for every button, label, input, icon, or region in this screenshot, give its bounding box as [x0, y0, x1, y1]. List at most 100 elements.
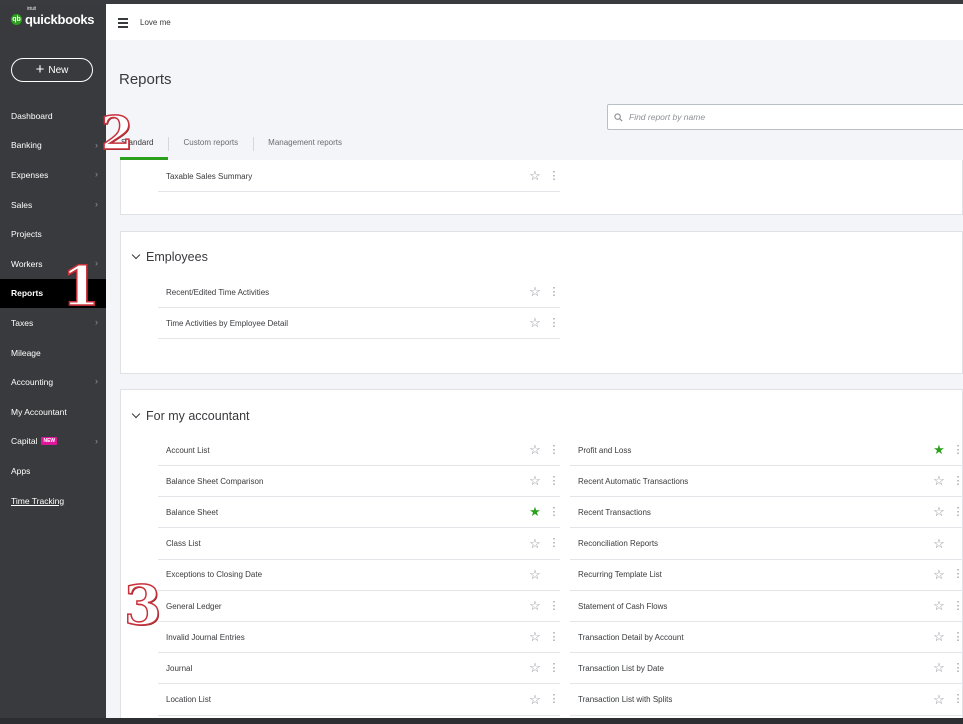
sidebar-item-accounting[interactable]: Accounting › [0, 367, 106, 397]
report-link[interactable]: Recent Automatic Transactions [570, 477, 932, 486]
report-link[interactable]: Exceptions to Closing Date [158, 570, 528, 579]
more-options-icon[interactable]: ⋮ [952, 694, 963, 705]
report-link[interactable]: Transaction List with Splits [570, 695, 932, 704]
star-filled-icon[interactable]: ★ [932, 442, 946, 458]
more-options-icon[interactable]: ⋮ [548, 475, 560, 487]
more-options-icon[interactable]: ⋮ [952, 444, 963, 456]
report-link[interactable]: General Ledger [158, 602, 528, 611]
report-link[interactable]: Invalid Journal Entries [158, 633, 528, 642]
report-link[interactable]: Balance Sheet [158, 508, 528, 517]
report-link[interactable]: Profit and Loss [570, 446, 932, 455]
more-options-icon[interactable]: ⋮ [952, 569, 963, 580]
sidebar-item-time-tracking[interactable]: Time Tracking [0, 486, 106, 516]
report-link[interactable]: Class List [158, 539, 528, 548]
report-row-transaction-detail-by-account: Transaction Detail by Account ☆ ⋮ [570, 622, 963, 654]
report-link[interactable]: Transaction List by Date [570, 664, 932, 673]
report-row-statement-of-cash-flows: Statement of Cash Flows ☆ ⋮ [570, 591, 963, 622]
search-icon [614, 112, 623, 122]
sidebar-item-apps[interactable]: Apps [0, 456, 106, 486]
sidebar-item-label: Reports [11, 288, 44, 299]
report-row-transaction-list-with-splits: Transaction List with Splits ☆ ⋮ [570, 685, 963, 716]
sidebar-item-mileage[interactable]: Mileage [0, 338, 106, 368]
report-link[interactable]: Statement of Cash Flows [570, 602, 932, 611]
star-outline-icon[interactable]: ☆ [932, 629, 946, 645]
star-outline-icon[interactable]: ☆ [932, 473, 946, 489]
more-options-icon[interactable]: ⋮ [952, 631, 963, 643]
report-link[interactable]: Account List [158, 446, 528, 455]
star-outline-icon[interactable]: ☆ [528, 660, 542, 676]
tab-custom-reports[interactable]: Custom reports [168, 124, 253, 160]
more-options-icon[interactable]: ⋮ [548, 538, 560, 549]
more-options-icon[interactable]: ⋮ [548, 317, 560, 329]
star-outline-icon[interactable]: ☆ [528, 473, 542, 489]
report-link[interactable]: Time Activities by Employee Detail [158, 319, 528, 328]
sidebar-item-sales[interactable]: Sales › [0, 190, 106, 220]
sidebar-item-expenses[interactable]: Expenses › [0, 160, 106, 190]
star-outline-icon[interactable]: ☆ [528, 629, 542, 645]
sidebar-item-projects[interactable]: Projects [0, 219, 106, 249]
new-button[interactable]: + New [11, 58, 93, 82]
more-options-icon[interactable]: ⋮ [952, 475, 963, 487]
more-options-icon[interactable]: ⋮ [952, 600, 963, 612]
sidebar-item-my-accountant[interactable]: My Accountant [0, 397, 106, 427]
more-options-icon[interactable]: ⋮ [548, 694, 560, 705]
sidebar-item-label: Taxes [11, 317, 34, 328]
sidebar-item-label: Apps [11, 465, 31, 476]
report-row-recurring-template-list: Recurring Template List ☆ ⋮ [570, 560, 963, 591]
report-row-reconciliation-reports: Reconciliation Reports☆⋮ [570, 529, 963, 560]
more-options-icon[interactable]: ⋮ [952, 506, 963, 518]
star-outline-icon[interactable]: ☆ [528, 442, 542, 458]
star-outline-icon[interactable]: ☆ [932, 567, 946, 583]
more-options-icon[interactable]: ⋮ [548, 600, 560, 612]
star-outline-icon[interactable]: ☆ [528, 168, 542, 184]
more-options-icon[interactable]: ⋮ [548, 170, 560, 182]
star-outline-icon[interactable]: ☆ [932, 692, 946, 708]
report-link[interactable]: Journal [158, 664, 528, 673]
sidebar-item-capital[interactable]: Capital NEW › [0, 427, 106, 457]
sidebar-item-banking[interactable]: Banking › [0, 131, 106, 161]
section-title: Employees [146, 250, 208, 264]
new-badge: NEW [41, 437, 58, 446]
chevron-right-icon: › [95, 198, 98, 209]
search-input[interactable] [627, 111, 931, 123]
star-outline-icon[interactable]: ☆ [528, 598, 542, 614]
tab-management-reports[interactable]: Management reports [253, 124, 357, 160]
more-options-icon[interactable]: ⋮ [548, 286, 560, 298]
report-link[interactable]: Recent/Edited Time Activities [158, 288, 528, 297]
report-link[interactable]: Reconciliation Reports [570, 539, 932, 548]
star-outline-icon[interactable]: ☆ [932, 598, 946, 614]
sidebar-item-label: Accounting [11, 377, 54, 388]
section-header-accountant[interactable]: For my accountant [131, 409, 250, 423]
more-options-icon[interactable]: ⋮ [548, 506, 560, 518]
star-outline-icon[interactable]: ☆ [932, 536, 946, 552]
logo-wordmark: intuit quickbooks [25, 6, 95, 27]
report-row-class-list: Class List ☆ ⋮ [158, 529, 560, 560]
report-link[interactable]: Taxable Sales Summary [158, 172, 528, 181]
hamburger-menu-icon[interactable] [118, 18, 128, 30]
more-options-icon[interactable]: ⋮ [548, 662, 560, 674]
report-section-accountant: For my accountant Account List ☆ ⋮ Balance … [120, 389, 963, 718]
star-outline-icon[interactable]: ☆ [528, 536, 542, 552]
star-outline-icon[interactable]: ☆ [528, 284, 542, 300]
quickbooks-logo[interactable]: qb intuit quickbooks [11, 6, 95, 27]
star-outline-icon[interactable]: ☆ [932, 504, 946, 520]
more-options-icon[interactable]: ⋮ [548, 631, 560, 643]
report-link[interactable]: Location List [158, 695, 528, 704]
star-outline-icon[interactable]: ☆ [528, 567, 542, 583]
top-header: Love me [106, 4, 963, 40]
star-outline-icon[interactable]: ☆ [528, 315, 542, 331]
chevron-right-icon: › [95, 376, 98, 387]
star-outline-icon[interactable]: ☆ [932, 660, 946, 676]
report-link[interactable]: Recurring Template List [570, 570, 932, 579]
report-link[interactable]: Transaction Detail by Account [570, 633, 932, 642]
sidebar-item-dashboard[interactable]: Dashboard [0, 101, 106, 131]
section-header-employees[interactable]: Employees [131, 250, 208, 264]
report-link[interactable]: Balance Sheet Comparison [158, 477, 528, 486]
star-outline-icon[interactable]: ☆ [528, 692, 542, 708]
report-row-time-activities-by-employee-detail: Time Activities by Employee Detail ☆ ⋮ [158, 308, 560, 340]
report-link[interactable]: Recent Transactions [570, 508, 932, 517]
more-options-icon[interactable]: ⋮ [952, 662, 963, 674]
star-filled-icon[interactable]: ★ [528, 504, 542, 520]
report-row-profit-and-loss: Profit and Loss ★ ⋮ [570, 435, 963, 466]
more-options-icon[interactable]: ⋮ [548, 444, 560, 456]
